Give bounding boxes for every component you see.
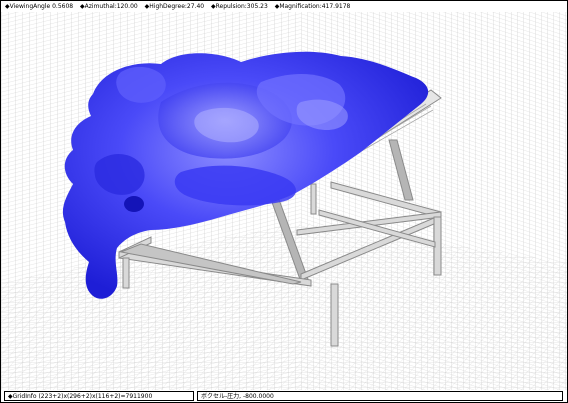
view-parameters-bar: ◆ViewingAngle 0.5608 ◆Azimuthal:120.00 ◆… bbox=[1, 1, 567, 12]
viewing-angle-label: ◆ViewingAngle 0.5608 bbox=[5, 3, 74, 10]
grid-info-panel: ◆GridInfo (223+2)x(296+2)x(116+2)=791190… bbox=[4, 391, 194, 401]
app-window: ◆ViewingAngle 0.5608 ◆Azimuthal:120.00 ◆… bbox=[0, 0, 568, 403]
3d-viewport[interactable] bbox=[1, 12, 567, 390]
repulsion-label: ◆Repulsion:305.23 bbox=[211, 3, 268, 10]
status-bar: ◆GridInfo (223+2)x(296+2)x(116+2)=791190… bbox=[1, 390, 567, 402]
azimuthal-label: ◆Azimuthal:120.00 bbox=[80, 3, 138, 10]
high-degree-label: ◆HighDegree:27.40 bbox=[144, 3, 205, 10]
voxel-info-panel: ボクセル-圧力, -800.0000 bbox=[197, 391, 563, 401]
scene-svg bbox=[1, 12, 567, 390]
magnification-label: ◆Magnification:417.9178 bbox=[274, 3, 351, 10]
